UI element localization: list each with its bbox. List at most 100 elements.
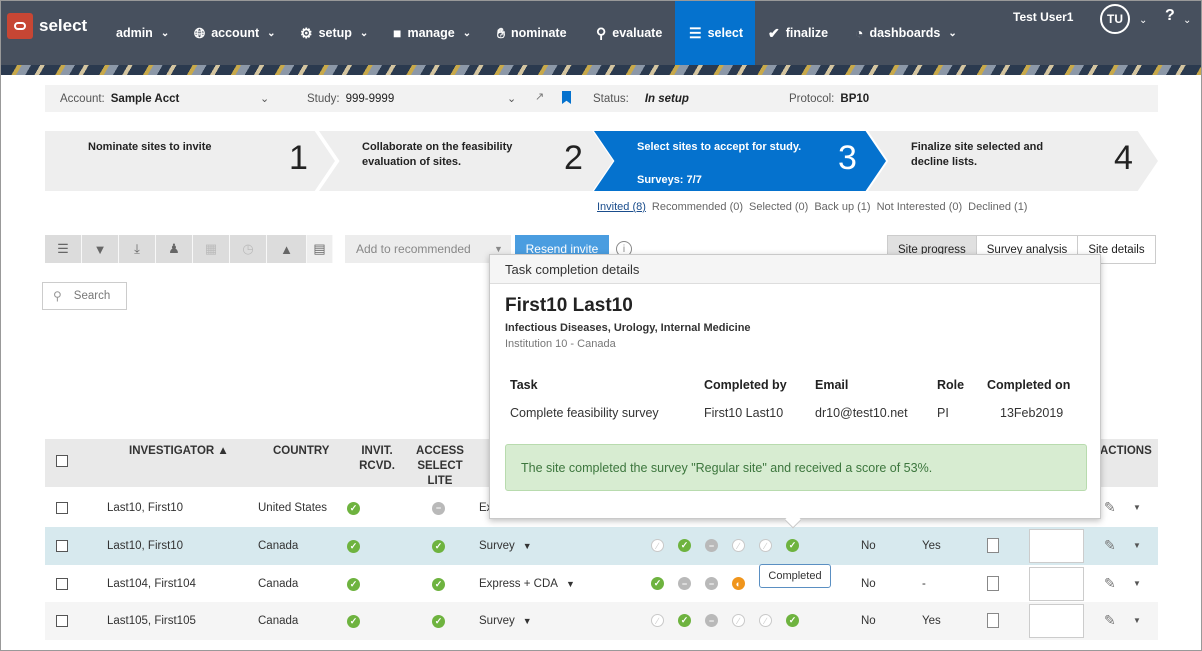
cell-investigator[interactable]: Last10, First10 [107, 489, 183, 527]
task-status-icon[interactable]: ∕ [759, 614, 772, 627]
chevron-down-icon[interactable]: ⌄ [1139, 15, 1147, 26]
cell-investigator[interactable]: Last104, First104 [107, 565, 196, 603]
header-access-select-lite[interactable]: ACCESS SELECT LITE [416, 444, 464, 489]
caret-down-icon[interactable]: ▼ [1133, 541, 1141, 550]
document-icon[interactable] [987, 538, 999, 553]
task-status-icon[interactable]: ◐ [732, 577, 745, 590]
chevron-down-icon: ⌄ [359, 27, 369, 39]
tab-back-up[interactable]: Back up (1) [814, 201, 870, 213]
row-checkbox[interactable] [56, 540, 68, 552]
nav-admin[interactable]: admin ⌄ [116, 1, 169, 65]
cell-investigator[interactable]: Last10, First10 [107, 527, 183, 565]
header-invit-rcvd[interactable]: INVIT. RCVD. [358, 444, 396, 474]
task-status-icon[interactable]: ✓ [678, 539, 691, 552]
row-checkbox[interactable] [56, 578, 68, 590]
table-row[interactable]: Last10, First10 Canada ✓ ✓ Survey ▼ ∕ ✓ − ∕ ∕ ✓ No Ye… [45, 527, 1158, 565]
invit-received-icon: ✓ [347, 489, 360, 527]
task-status-icon[interactable]: ∕ [651, 614, 664, 627]
nav-nominate[interactable]: ✋︎ nominate [497, 1, 567, 65]
task-status-icon[interactable]: ∕ [732, 614, 745, 627]
row-checkbox[interactable] [56, 502, 68, 514]
edit-icon[interactable]: ✎ [1104, 575, 1116, 592]
nav-account-label: account [211, 26, 260, 40]
nav-admin-label: admin [116, 26, 153, 40]
spreadsheet-icon[interactable]: ▦ [193, 235, 230, 263]
task-status-icon[interactable]: ✓ [678, 614, 691, 627]
task-status-icon[interactable]: ✓ [786, 614, 799, 627]
step-4[interactable]: Finalize site selected and decline lists… [868, 131, 1158, 191]
cell-invite-type[interactable]: Express + CDA ▼ [479, 565, 575, 603]
study-selector[interactable]: Study: 999-9999 ⌄ [307, 85, 516, 112]
task-status-icon[interactable]: ∕ [732, 539, 745, 552]
edit-icon[interactable]: ✎ [1104, 537, 1116, 554]
nav-manage[interactable]: ■ manage ⌄ [393, 1, 471, 65]
chevron-down-icon[interactable]: ⌄ [1183, 15, 1191, 26]
cell-invite-type[interactable]: Survey ▼ [479, 602, 532, 640]
header-country[interactable]: COUNTRY [273, 444, 329, 459]
document-icon[interactable] [987, 576, 999, 591]
nav-select[interactable]: ☰ select [675, 1, 755, 65]
step-3[interactable]: Select sites to accept for study. 3 Surv… [594, 131, 886, 191]
filter-icon[interactable]: ▼ [82, 235, 119, 263]
step-2[interactable]: Collaborate on the feasibility evaluatio… [319, 131, 613, 191]
tab-selected[interactable]: Selected (0) [749, 201, 808, 213]
table-row[interactable]: Last105, First105 Canada ✓ ✓ Survey ▼ ∕ ✓ − ∕ ∕ ✓ No… [45, 602, 1158, 640]
notes-input[interactable] [1029, 529, 1084, 563]
task-status-icon[interactable]: − [705, 577, 718, 590]
task-status-icon[interactable]: − [678, 577, 691, 590]
clock-icon[interactable]: ◷ [230, 235, 267, 263]
select-all-checkbox[interactable] [56, 455, 68, 467]
help-button[interactable]: ? [1165, 7, 1175, 25]
task-status-icon[interactable]: − [705, 539, 718, 552]
task-status-icon[interactable]: − [705, 614, 718, 627]
edit-icon[interactable]: ✎ [1104, 612, 1116, 629]
caret-down-icon[interactable]: ▼ [1133, 503, 1141, 512]
nav-setup[interactable]: ⚙ setup ⌄ [300, 1, 368, 65]
app-logo[interactable]: select [7, 13, 87, 39]
tab-declined[interactable]: Declined (1) [968, 201, 1027, 213]
task-status-icon[interactable]: ✓ [651, 577, 664, 590]
col-email: Email [815, 378, 849, 392]
cell-invite-type[interactable]: Survey ▼ [479, 527, 532, 565]
caret-down-icon[interactable]: ▼ [1133, 579, 1141, 588]
cell-investigator[interactable]: Last105, First105 [107, 602, 196, 640]
nav-nominate-label: nominate [510, 26, 567, 40]
notes-input[interactable] [1029, 604, 1084, 638]
user-name[interactable]: Test User1 [1013, 10, 1073, 24]
hierarchy-icon[interactable]: ▲ [267, 235, 307, 263]
nav-evaluate[interactable]: ⚲ evaluate [596, 1, 662, 65]
step-1[interactable]: Nominate sites to invite 1 [45, 131, 335, 191]
task-status-icon[interactable]: ∕ [651, 539, 664, 552]
add-user-icon[interactable]: ♟ [156, 235, 193, 263]
task-status-icon[interactable]: ✓ [786, 539, 799, 552]
document-icon[interactable]: ▤ [307, 235, 333, 263]
cell-completed-by: First10 Last10 [704, 406, 784, 420]
search-input[interactable]: ⚲ Search [42, 282, 127, 310]
external-link-icon[interactable]: ↗ [535, 90, 544, 103]
header-investigator[interactable]: INVESTIGATOR ▲ [129, 444, 229, 459]
tab-invited[interactable]: Invited (8) [597, 201, 646, 213]
add-to-recommended-select[interactable]: Add to recommended ▼ [345, 235, 511, 263]
nav-dashboards[interactable]: ◔ dashboards ⌄ [855, 1, 957, 65]
invite-type-label: Express + CDA [479, 578, 558, 590]
account-selector[interactable]: Account: Sample Acct ⌄ [60, 85, 269, 112]
bookmark-icon[interactable] [562, 91, 571, 104]
caret-down-icon[interactable]: ▼ [1133, 616, 1141, 625]
table-row[interactable]: Last104, First104 Canada ✓ ✓ Express + CDA ▼ ✓… [45, 565, 1158, 603]
download-icon[interactable]: ⤓ [119, 235, 156, 263]
tab-not-interested[interactable]: Not Interested (0) [877, 201, 963, 213]
avatar[interactable]: TU [1100, 4, 1130, 34]
document-icon[interactable] [987, 613, 999, 628]
notes-input[interactable] [1029, 567, 1084, 601]
sliders-icon[interactable]: ☰ [45, 235, 82, 263]
nav-select-label: select [707, 26, 744, 40]
tab-recommended[interactable]: Recommended (0) [652, 201, 743, 213]
cell-col-a: No [861, 578, 876, 590]
row-checkbox[interactable] [56, 615, 68, 627]
nav-finalize[interactable]: ✔ finalize [768, 1, 828, 65]
edit-icon[interactable]: ✎ [1104, 499, 1116, 516]
task-completion-popup: Task completion details First10 Last10 I… [489, 254, 1101, 519]
globe-icon: 🌐︎ [194, 24, 206, 41]
task-status-icon[interactable]: ∕ [759, 539, 772, 552]
nav-account[interactable]: 🌐︎ account ⌄ [194, 1, 276, 65]
